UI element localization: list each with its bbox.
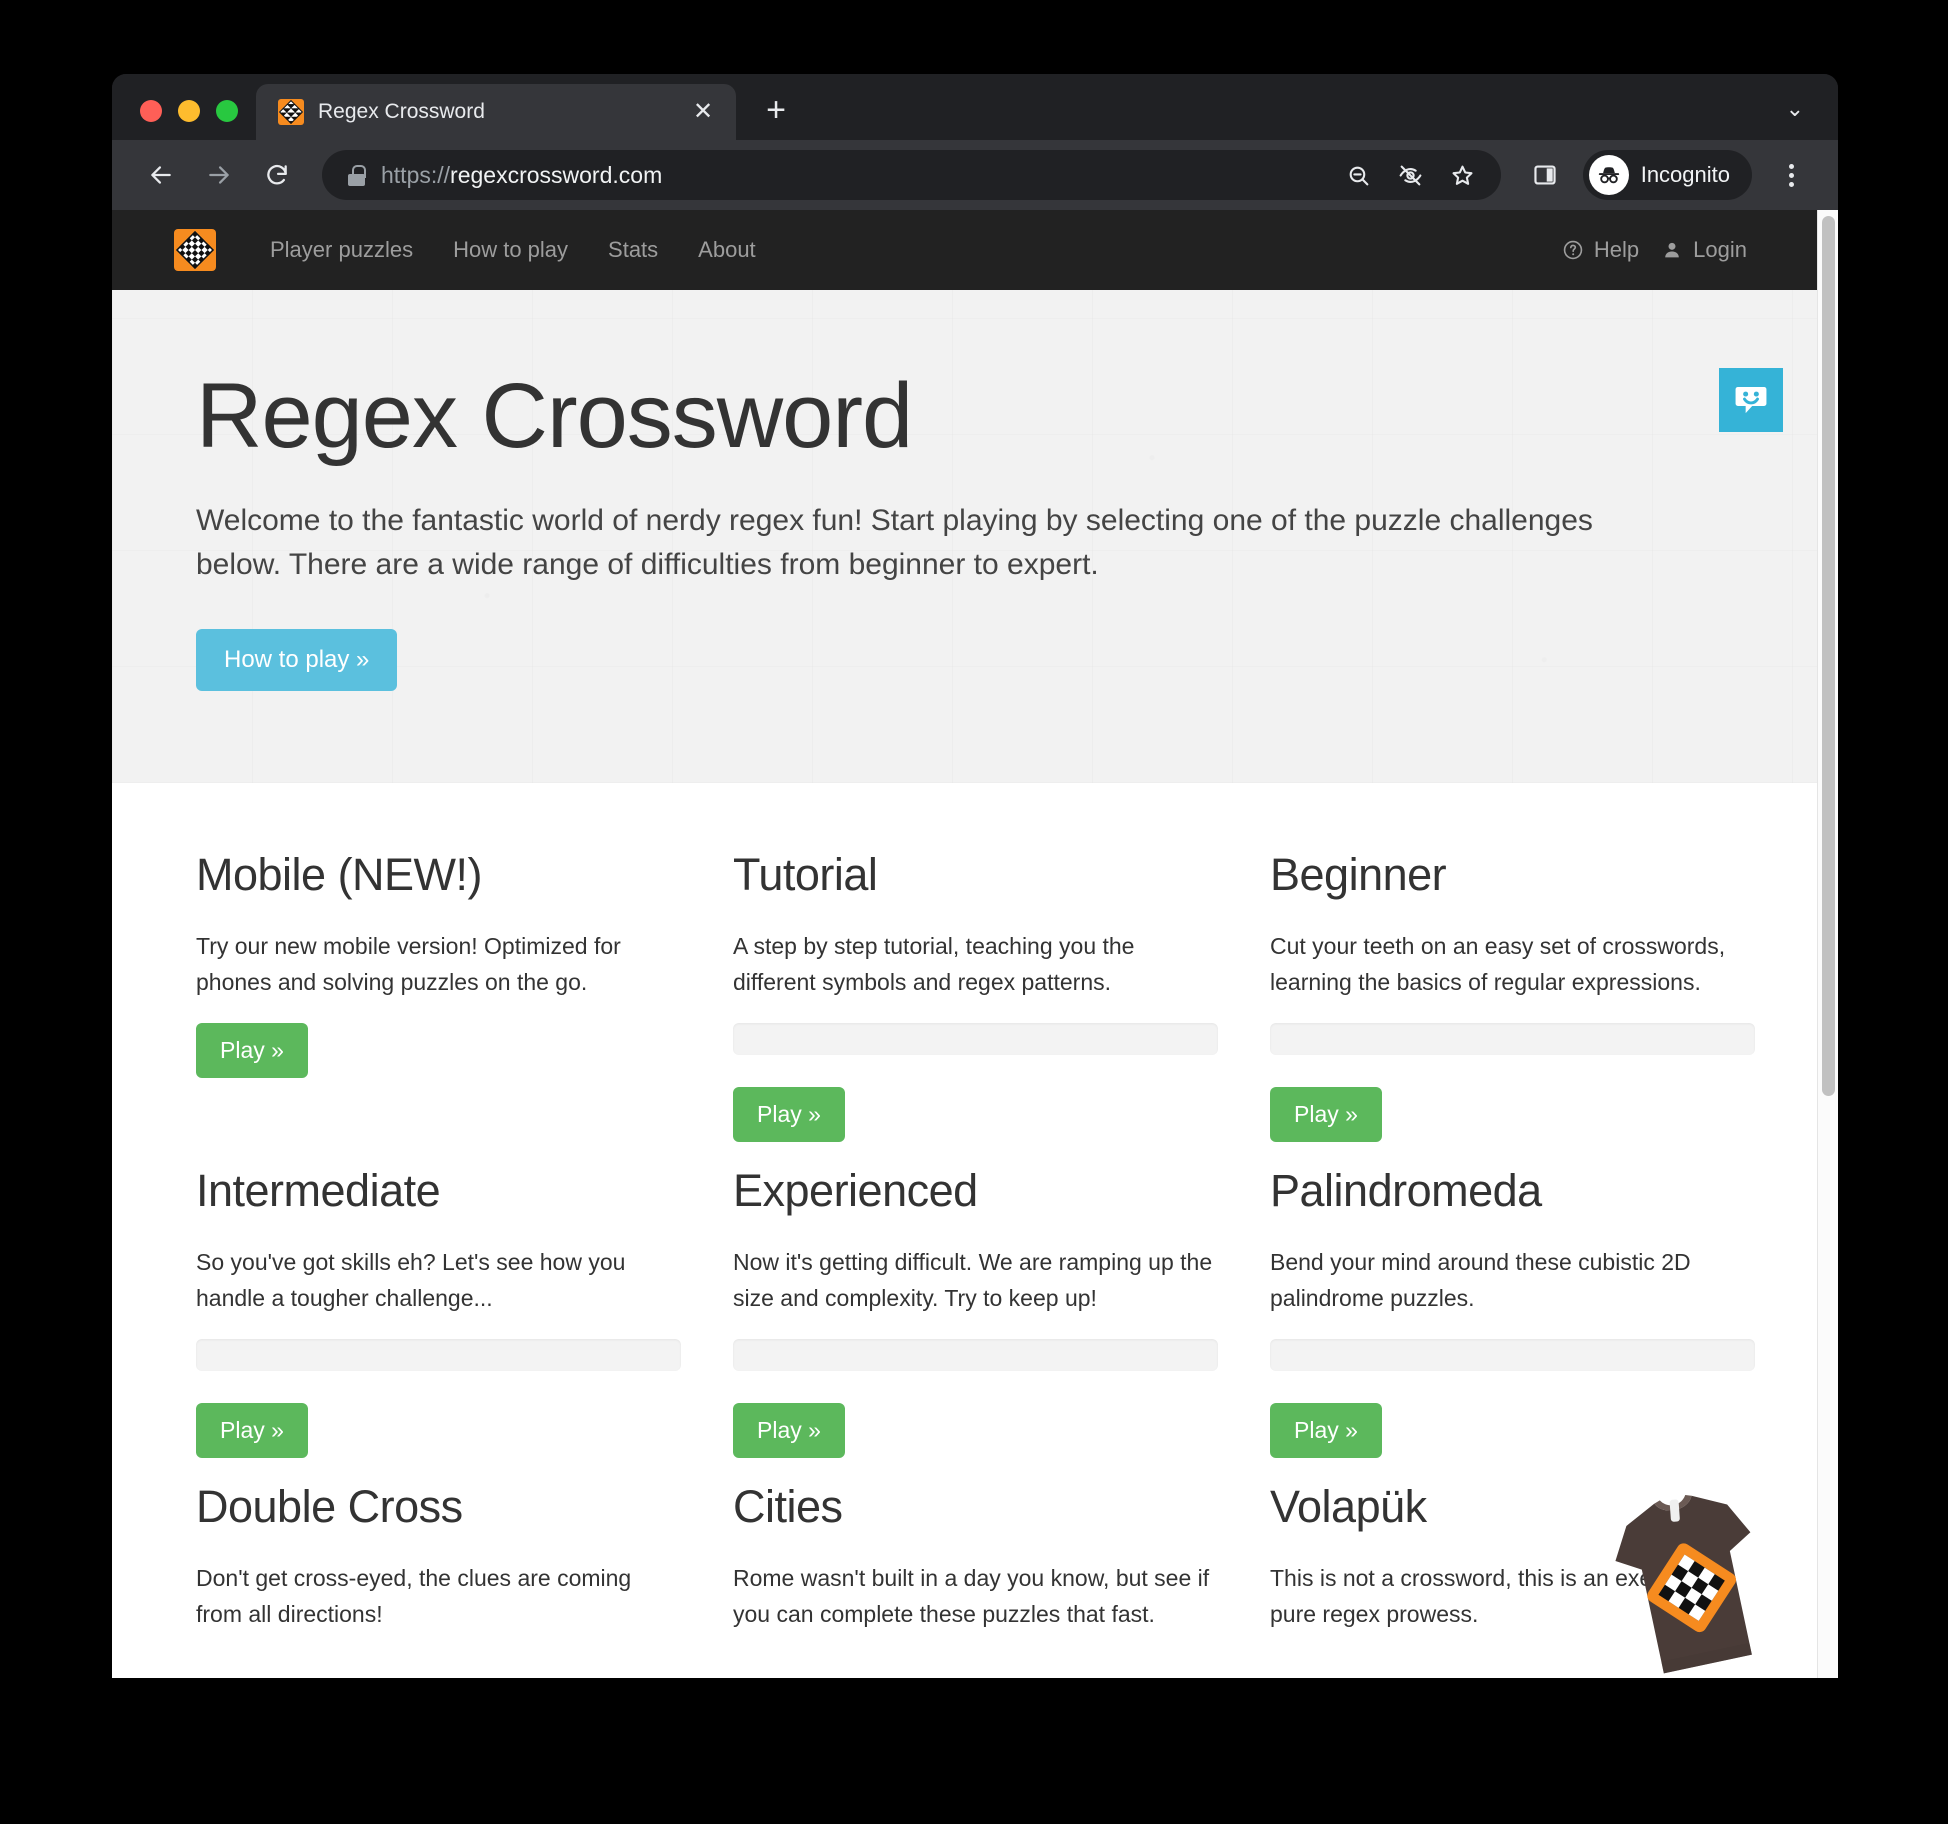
address-bar[interactable]: https://regexcrossword.com	[322, 150, 1501, 200]
progress-bar	[196, 1338, 681, 1371]
card-title: Intermediate	[196, 1165, 441, 1217]
nav-link-login[interactable]: Login	[1661, 237, 1747, 263]
play-button[interactable]: Play »	[196, 1402, 308, 1458]
how-to-play-button[interactable]: How to play »	[196, 629, 398, 692]
card-description: A step by step tutorial, teaching you th…	[733, 933, 1135, 996]
card-title: Beginner	[1270, 849, 1447, 901]
star-icon[interactable]	[1441, 153, 1485, 197]
browser-tab[interactable]: Regex Crossword ✕	[256, 84, 736, 140]
address-bar-url: https://regexcrossword.com	[381, 162, 662, 189]
progress-bar	[1270, 1022, 1755, 1055]
chat-smiley-icon	[1735, 386, 1767, 414]
eye-slash-icon[interactable]	[1389, 153, 1433, 197]
puzzle-card-double-cross: Double Cross Don't get cross-eyed, the c…	[196, 1481, 681, 1678]
nav-help-label: Help	[1593, 237, 1640, 262]
incognito-label: Incognito	[1640, 162, 1730, 187]
puzzle-cards-grid: Mobile (NEW!) Try our new mobile version…	[112, 783, 1817, 1678]
tab-strip: Regex Crossword ✕ + ⌄	[112, 74, 1838, 140]
chat-widget-button[interactable]	[1719, 368, 1783, 432]
play-button[interactable]: Play »	[1270, 1402, 1382, 1458]
address-bar-actions	[1337, 153, 1491, 197]
web-page: Player puzzles How to play Stats About H…	[112, 210, 1817, 1678]
url-host: regexcrossword.com	[450, 161, 663, 188]
close-window-button[interactable]	[140, 100, 162, 122]
site-navbar: Player puzzles How to play Stats About H…	[112, 210, 1817, 290]
card-description: Rome wasn't built in a day you know, but…	[733, 1565, 1210, 1628]
puzzle-card-intermediate: Intermediate So you've got skills eh? Le…	[196, 1165, 681, 1481]
hero-content: Regex Crossword Welcome to the fantastic…	[196, 365, 1755, 692]
zoom-out-icon[interactable]	[1337, 153, 1381, 197]
nav-link-help[interactable]: Help	[1562, 237, 1639, 263]
puzzle-card-cities: Cities Rome wasn't built in a day you kn…	[733, 1481, 1218, 1678]
nav-link-player-puzzles[interactable]: Player puzzles	[250, 237, 433, 263]
browser-window: Regex Crossword ✕ + ⌄ https://regexcross…	[112, 74, 1838, 1678]
progress-bar	[733, 1338, 1218, 1371]
card-description: Bend your mind around these cubistic 2D …	[1270, 1249, 1691, 1312]
page-viewport: Player puzzles How to play Stats About H…	[112, 210, 1838, 1678]
card-title: Mobile (NEW!)	[196, 849, 483, 901]
card-title: Double Cross	[196, 1481, 463, 1533]
close-icon[interactable]: ✕	[688, 97, 718, 127]
minimize-window-button[interactable]	[178, 100, 200, 122]
card-description: Now it's getting difficult. We are rampi…	[733, 1249, 1213, 1312]
page-scrollbar[interactable]	[1817, 210, 1838, 1678]
incognito-hat-glasses-icon	[1588, 155, 1629, 195]
tab-title: Regex Crossword	[318, 100, 485, 123]
page-title: Regex Crossword	[196, 365, 913, 467]
nav-link-stats[interactable]: Stats	[588, 237, 678, 263]
puzzle-card-tutorial: Tutorial A step by step tutorial, teachi…	[733, 849, 1218, 1165]
reload-icon[interactable]	[252, 150, 302, 200]
card-title: Palindromeda	[1270, 1165, 1542, 1217]
url-scheme: https://	[381, 161, 451, 188]
browser-toolbar: https://regexcrossword.com Incognito	[112, 140, 1838, 210]
card-title: Tutorial	[733, 849, 878, 901]
user-icon	[1665, 242, 1679, 258]
card-description: So you've got skills eh? Let's see how y…	[196, 1249, 626, 1312]
regex-crossword-logo-icon[interactable]	[174, 229, 216, 271]
question-circle-icon	[1563, 240, 1583, 260]
hero-section: Regex Crossword Welcome to the fantastic…	[112, 290, 1817, 784]
progress-bar	[733, 1022, 1218, 1055]
maximize-window-button[interactable]	[216, 100, 238, 122]
incognito-indicator[interactable]: Incognito	[1582, 150, 1752, 200]
play-button[interactable]: Play »	[1270, 1086, 1382, 1142]
navbar-right-group: Help Login	[1562, 237, 1771, 263]
card-description: Cut your teeth on an easy set of crosswo…	[1270, 933, 1726, 996]
nav-link-about[interactable]: About	[678, 237, 776, 263]
puzzle-card-mobile: Mobile (NEW!) Try our new mobile version…	[196, 849, 681, 1165]
nav-link-how-to-play[interactable]: How to play	[433, 237, 588, 263]
kebab-menu-icon[interactable]	[1768, 152, 1814, 198]
chevron-down-icon[interactable]: ⌄	[1786, 96, 1804, 122]
progress-bar	[1270, 1338, 1755, 1371]
back-arrow-icon[interactable]	[136, 150, 186, 200]
puzzle-card-palindromeda: Palindromeda Bend your mind around these…	[1270, 1165, 1755, 1481]
puzzle-card-beginner: Beginner Cut your teeth on an easy set o…	[1270, 849, 1755, 1165]
scrollbar-thumb[interactable]	[1822, 216, 1835, 1096]
play-button[interactable]: Play »	[733, 1402, 845, 1458]
card-description: Try our new mobile version! Optimized fo…	[196, 933, 621, 996]
window-traffic-lights	[112, 100, 256, 140]
play-button[interactable]: Play »	[733, 1086, 845, 1142]
t-shirt-promo-image[interactable]	[1599, 1474, 1799, 1678]
side-panel-icon[interactable]	[1521, 151, 1569, 199]
forward-arrow-icon[interactable]	[194, 150, 244, 200]
regex-crossword-logo-icon	[278, 99, 304, 125]
hero-description: Welcome to the fantastic world of nerdy …	[196, 503, 1593, 581]
play-button[interactable]: Play »	[196, 1022, 308, 1078]
lock-icon	[348, 164, 366, 186]
card-title: Cities	[733, 1481, 843, 1533]
card-description: Don't get cross-eyed, the clues are comi…	[196, 1565, 632, 1628]
nav-login-label: Login	[1693, 237, 1747, 262]
new-tab-button[interactable]: +	[750, 84, 802, 136]
puzzle-card-experienced: Experienced Now it's getting difficult. …	[733, 1165, 1218, 1481]
card-title: Experienced	[733, 1165, 978, 1217]
